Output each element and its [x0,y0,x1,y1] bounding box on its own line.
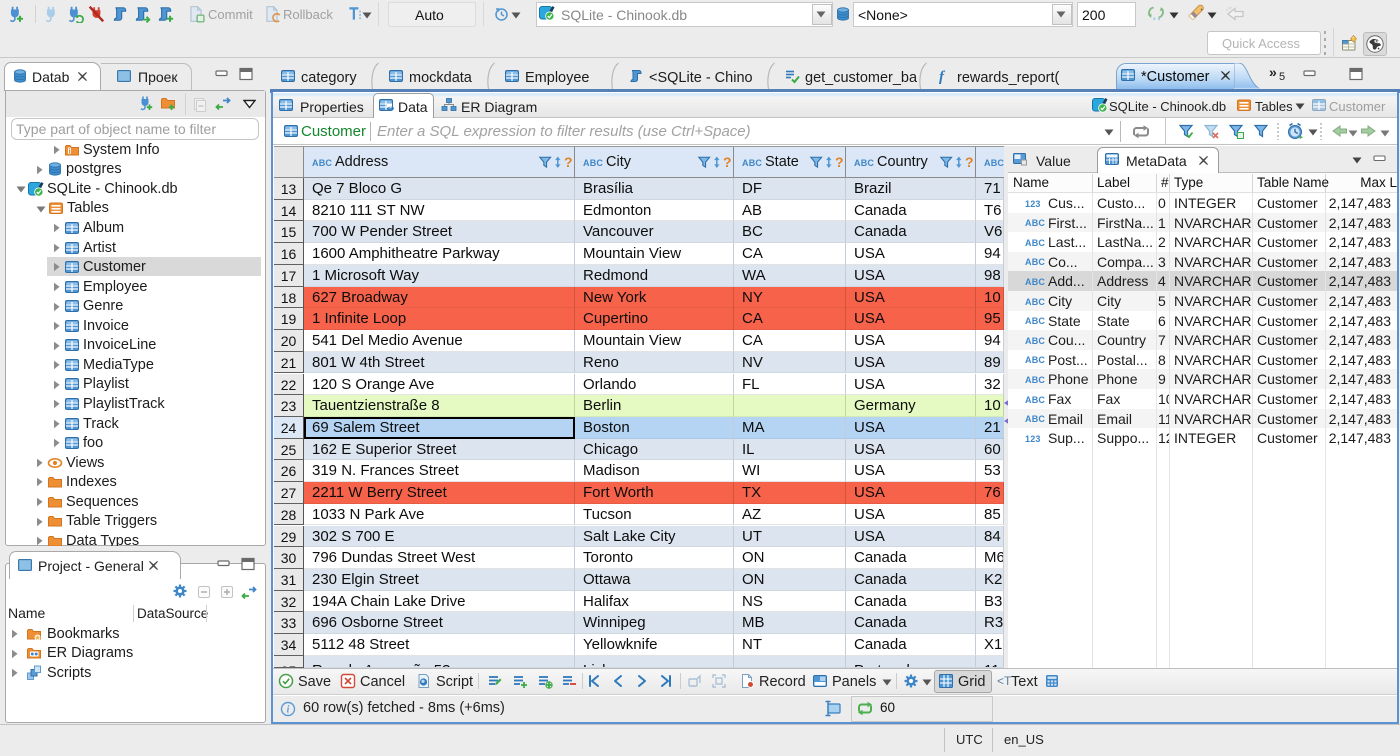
svg-text:<>: <> [387,106,395,113]
svg-text:i: i [69,146,71,155]
svg-text:f: f [939,69,946,84]
svg-text:i: i [287,705,290,716]
